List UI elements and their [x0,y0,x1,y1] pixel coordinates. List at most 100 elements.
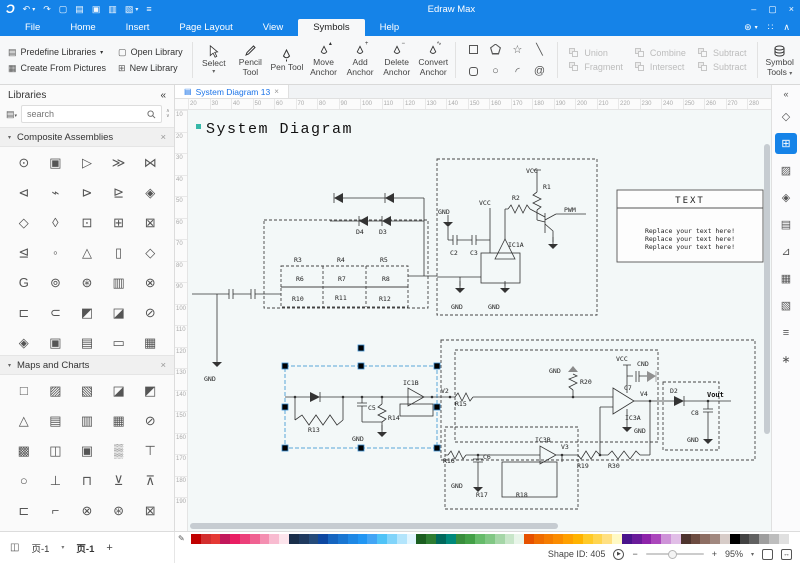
pen-tool-button[interactable]: Pen Tool [269,38,306,82]
library-symbol[interactable]: ◦ [53,245,58,261]
more-commands-icon[interactable]: ≡ [146,4,151,14]
library-symbol[interactable]: △ [19,413,29,429]
palette-swatch[interactable] [269,534,279,544]
new-file-icon[interactable]: ▢ [59,4,68,15]
open-file-icon[interactable]: ▤ [75,4,84,15]
library-symbol[interactable]: ⊴ [18,245,29,261]
library-symbol[interactable]: ▯ [115,245,122,261]
palette-swatch[interactable] [661,534,671,544]
library-symbol[interactable]: ▥ [112,275,124,291]
fit-width-button[interactable]: ↔ [781,549,792,560]
palette-swatch[interactable] [789,534,799,544]
palette-swatch[interactable] [759,534,769,544]
fill-style-icon[interactable]: ◇ [775,106,797,127]
palette-swatch[interactable] [250,534,260,544]
undo-caret-icon[interactable]: ▾ [32,6,35,13]
library-symbol[interactable]: ▤ [81,335,93,351]
palette-swatch[interactable] [681,534,691,544]
symbol-tools-button[interactable]: Symbol Tools ▾ [761,38,798,82]
palette-swatch[interactable] [730,534,740,544]
palette-swatch[interactable] [377,534,387,544]
zoom-slider-thumb[interactable] [668,550,677,559]
maximize-button[interactable]: ▢ [768,4,777,15]
library-symbol[interactable]: ⊘ [145,413,156,429]
palette-swatch[interactable] [651,534,661,544]
palette-swatch[interactable] [505,534,515,544]
palette-swatch[interactable] [524,534,534,544]
palette-swatch[interactable] [544,534,554,544]
palette-swatch[interactable] [348,534,358,544]
palette-swatch[interactable] [573,534,583,544]
library-symbol[interactable]: G [19,275,29,291]
palette-swatch[interactable] [475,534,485,544]
circle-shape-button[interactable]: ○ [492,65,499,77]
zoom-preset-caret-icon[interactable]: ▾ [751,551,754,558]
library-symbol[interactable]: □ [20,383,28,399]
library-symbol[interactable]: ◪ [112,305,124,321]
library-symbol[interactable]: ⊏ [18,305,29,321]
zoom-slider[interactable] [646,553,704,555]
library-symbol[interactable]: ▣ [49,155,61,171]
library-symbol[interactable]: ⊛ [82,275,93,291]
open-library-button[interactable]: ▢Open Library [118,47,183,58]
library-symbol[interactable]: ⊏ [18,503,29,519]
palette-swatch[interactable] [563,534,573,544]
palette-swatch[interactable] [671,534,681,544]
palette-swatch[interactable] [397,534,407,544]
palette-swatch[interactable] [446,534,456,544]
tab-symbols[interactable]: Symbols [298,19,364,36]
palette-swatch[interactable] [416,534,426,544]
spiral-shape-button[interactable]: @ [534,65,545,77]
library-symbol[interactable]: ⊠ [145,503,156,519]
section-collapse-icon[interactable]: ▾ [8,134,11,141]
palette-swatch[interactable] [612,534,622,544]
palette-swatch[interactable] [407,534,417,544]
palette-swatch[interactable] [456,534,466,544]
section-maps-and-charts[interactable]: ▾ Maps and Charts × [0,355,174,375]
library-symbol[interactable]: ⊘ [145,305,156,321]
tab-insert[interactable]: Insert [111,19,165,36]
rectangle-shape-button[interactable] [469,45,478,54]
export-caret-icon[interactable]: ▾ [135,6,138,13]
diagram-title[interactable]: System Diagram [206,121,353,138]
library-symbol[interactable]: ◩ [81,305,93,321]
palette-swatch[interactable] [495,534,505,544]
library-symbol[interactable]: ◈ [19,335,29,351]
library-list-icon[interactable]: ▤▾ [6,109,17,120]
arc-shape-button[interactable]: ◜ [515,65,519,78]
palette-swatch[interactable] [338,534,348,544]
library-symbol[interactable]: ◫ [49,443,61,459]
add-anchor-button[interactable]: + Add Anchor [342,38,379,82]
library-symbol[interactable]: ▤ [49,413,61,429]
library-symbol[interactable]: ⊗ [145,275,156,291]
zoom-out-button[interactable]: − [632,549,637,559]
vertical-scrollbar[interactable] [764,144,770,434]
library-symbol[interactable]: ▒ [114,443,123,459]
palette-swatch[interactable] [201,534,211,544]
outline-panel-icon[interactable]: ≡ [775,322,797,343]
palette-swatch[interactable] [309,534,319,544]
document-tab[interactable]: ▤ System Diagram 13 × [175,85,289,98]
section-composite-assemblies[interactable]: ▾ Composite Assemblies × [0,127,174,147]
library-symbol[interactable]: ▭ [112,335,124,351]
palette-swatch[interactable] [642,534,652,544]
add-page-button[interactable]: + [106,542,112,554]
redo-icon[interactable]: ↷ [43,4,51,15]
layers-panel-icon[interactable]: ◈ [775,187,797,208]
delete-anchor-button[interactable]: − Delete Anchor [378,38,415,82]
palette-swatch[interactable] [426,534,436,544]
select-tool-button[interactable]: Select ▾ [196,38,233,82]
library-symbol[interactable]: ◩ [144,383,156,399]
zoom-level-label[interactable]: 95% [725,549,743,559]
new-library-button[interactable]: ⊞New Library [118,63,183,74]
library-symbol[interactable]: ⊚ [50,275,61,291]
page-list-caret-icon[interactable]: ▾ [61,544,64,551]
create-from-pictures-button[interactable]: ▦Create From Pictures [8,63,106,74]
text-annotation-box[interactable]: TEXT Replace your text here! Replace you… [617,190,763,262]
apps-grid-icon[interactable]: ∷ [768,22,774,33]
library-symbol[interactable]: ⌐ [52,503,60,519]
horizontal-scrollbar[interactable] [190,523,558,529]
library-symbol[interactable]: ⊞ [113,215,124,231]
table-panel-icon[interactable]: ▦ [775,268,797,289]
library-symbol[interactable]: ⊂ [50,305,61,321]
